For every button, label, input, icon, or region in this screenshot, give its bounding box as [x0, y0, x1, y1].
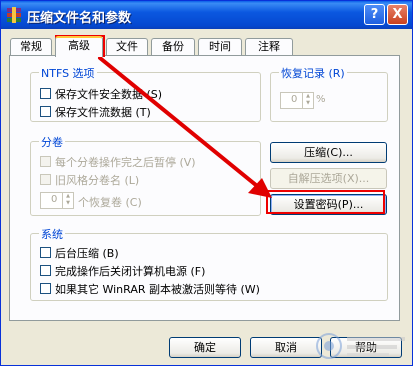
- tab-general[interactable]: 常规: [10, 38, 52, 56]
- tab-backup[interactable]: 备份: [151, 38, 195, 56]
- dialog-window: 压缩文件名和参数 ? X 常规 高级 文件 备份 时间 注释 NTFS 选项 保…: [0, 0, 413, 366]
- pause-each-volume-row[interactable]: 每个分卷操作完之后暂停 (V): [40, 156, 196, 170]
- save-streams-checkbox-row[interactable]: 保存文件流数据 (T): [40, 106, 151, 120]
- recovery-percent-unit: %: [316, 94, 326, 105]
- tab-panel: NTFS 选项 保存文件安全数据 (S) 保存文件流数据 (T) 恢复记录 (R…: [9, 55, 400, 321]
- tab-advanced[interactable]: 高级: [55, 36, 103, 57]
- pause-each-volume-label: 每个分卷操作完之后暂停 (V): [55, 156, 196, 169]
- winrar-app-icon: [7, 7, 21, 23]
- sfx-options-button[interactable]: 自解压选项(X)...: [270, 168, 387, 189]
- save-security-label: 保存文件安全数据 (S): [55, 88, 163, 101]
- window-title: 压缩文件名和参数: [27, 11, 132, 26]
- ntfs-group-title: NTFS 选项: [39, 65, 97, 81]
- old-naming-row[interactable]: 旧风格分卷名 (L): [40, 174, 139, 188]
- tab-files[interactable]: 文件: [106, 38, 148, 56]
- wait-other-label: 如果其它 WinRAR 副本被激活则等待 (W): [55, 283, 260, 296]
- old-naming-checkbox[interactable]: [40, 174, 51, 185]
- spinner-arrows-icon[interactable]: ▲ ▼: [302, 93, 313, 108]
- shutdown-row[interactable]: 完成操作后关闭计算机电源 (F): [40, 265, 205, 279]
- shutdown-checkbox[interactable]: [40, 265, 51, 276]
- save-security-checkbox-row[interactable]: 保存文件安全数据 (S): [40, 88, 162, 102]
- save-streams-label: 保存文件流数据 (T): [55, 106, 151, 119]
- spinner-arrows-icon[interactable]: ▲ ▼: [62, 193, 73, 208]
- system-group-title: 系统: [39, 226, 65, 242]
- wait-other-checkbox[interactable]: [40, 283, 51, 294]
- volumes-group-title: 分卷: [39, 134, 65, 150]
- watermark-logo-icon: [316, 333, 405, 359]
- recovery-volumes-value: 0: [51, 194, 58, 205]
- wait-other-row[interactable]: 如果其它 WinRAR 副本被激活则等待 (W): [40, 283, 260, 297]
- title-bar[interactable]: 压缩文件名和参数 ? X: [1, 1, 412, 29]
- tab-comment[interactable]: 注释: [245, 38, 293, 56]
- set-password-button[interactable]: 设置密码(P)...: [270, 194, 387, 215]
- recovery-group-title: 恢复记录 (R): [279, 65, 347, 81]
- pause-each-volume-checkbox[interactable]: [40, 156, 51, 167]
- ok-button[interactable]: 确定: [169, 337, 241, 358]
- save-streams-checkbox[interactable]: [40, 106, 51, 117]
- save-security-checkbox[interactable]: [40, 88, 51, 99]
- shutdown-label: 完成操作后关闭计算机电源 (F): [55, 265, 206, 278]
- title-help-button[interactable]: ?: [364, 4, 385, 25]
- background-compress-row[interactable]: 后台压缩 (B): [40, 247, 119, 261]
- title-close-button[interactable]: X: [387, 4, 408, 25]
- recovery-percent-value: 0: [291, 94, 298, 105]
- recovery-volumes-label: 个恢复卷 (C): [78, 196, 142, 209]
- recovery-percent-spinner[interactable]: 0 ▲ ▼: [280, 92, 314, 109]
- tab-time[interactable]: 时间: [198, 38, 242, 56]
- background-compress-checkbox[interactable]: [40, 247, 51, 258]
- recovery-volumes-spinner[interactable]: 0 ▲ ▼: [40, 192, 74, 209]
- old-naming-label: 旧风格分卷名 (L): [55, 174, 140, 187]
- compression-button[interactable]: 压缩(C)...: [270, 142, 387, 163]
- background-compress-label: 后台压缩 (B): [55, 247, 119, 260]
